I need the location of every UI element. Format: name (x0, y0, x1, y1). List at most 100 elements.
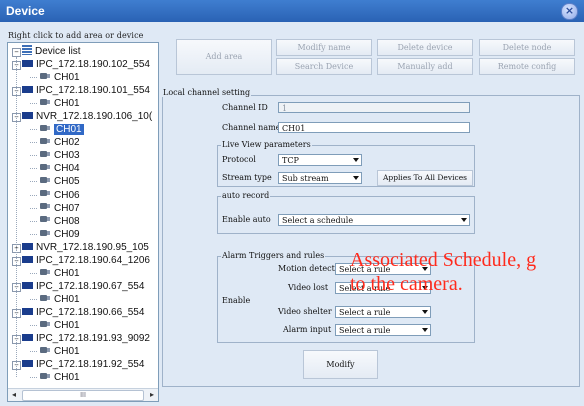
device-icon (22, 360, 33, 367)
tree-channel-node[interactable]: CH01 (40, 123, 84, 136)
tree-channel-node[interactable]: CH08 (40, 215, 80, 228)
tree-connector (30, 103, 37, 105)
camera-icon (40, 229, 51, 238)
stream-type-select[interactable]: Sub stream (278, 172, 362, 184)
collapse-icon[interactable]: − (12, 48, 21, 57)
live-view-group-title: Live View parameters (221, 140, 312, 149)
camera-icon (40, 346, 51, 355)
tree-channel-node[interactable]: CH07 (40, 202, 80, 215)
device-icon (22, 242, 33, 250)
local-channel-group-title: Local channel setting (162, 88, 252, 97)
camera-icon (40, 372, 51, 381)
apply-all-devices-button[interactable]: Applies To All Devices (377, 170, 473, 186)
remote-config-button[interactable]: Remote config (479, 58, 575, 75)
scroll-thumb[interactable]: III (22, 390, 144, 401)
device-icon (22, 59, 33, 67)
tree-node-label: CH01 (54, 267, 80, 279)
camera-icon (40, 150, 51, 159)
tree-node-label: CH01 (54, 72, 80, 84)
tree-channel-node[interactable]: CH09 (40, 228, 80, 241)
tree-channel-node[interactable]: CH01 (40, 97, 80, 110)
alarm-input-select[interactable]: Select a rule (335, 324, 431, 336)
tree-node-label: IPC_172.18.190.102_554 (36, 59, 150, 70)
tree-node-label: CH01 (54, 372, 80, 384)
tree-guide-line (16, 57, 17, 377)
tree-channel-node[interactable]: CH01 (40, 319, 80, 332)
tree-node-label: IPC_172.18.190.66_554 (36, 306, 145, 318)
modify-button[interactable]: Modify (303, 350, 378, 379)
tree-device-node[interactable]: IPC_172.18.190.101_554 (22, 84, 150, 97)
tree-node-label: IPC_172.18.191.92_554 (36, 359, 145, 371)
tree-node-label: CH01 (54, 98, 80, 110)
manually-add-button[interactable]: Manually add (377, 58, 473, 75)
channel-name-input[interactable]: CH01 (278, 122, 470, 133)
tree-root[interactable]: Device list (22, 45, 81, 58)
camera-icon (40, 176, 51, 185)
device-icon (22, 333, 33, 341)
close-icon[interactable]: × (561, 3, 578, 20)
device-icon (22, 85, 33, 93)
add-area-button[interactable]: Add area (176, 39, 272, 75)
protocol-select[interactable]: TCP (278, 154, 362, 166)
camera-icon (40, 215, 51, 224)
annotation-line-2: to the camera. (350, 273, 463, 295)
camera-icon (40, 320, 51, 329)
schedule-select[interactable]: Select a schedule (278, 214, 470, 226)
device-icon (22, 281, 33, 289)
search-device-button[interactable]: Search Device (276, 58, 372, 75)
tree-channel-node[interactable]: CH01 (40, 71, 80, 84)
tree-node-label: CH09 (54, 228, 80, 240)
tree-device-node[interactable]: IPC_172.18.191.93_9092 (22, 332, 150, 345)
tree-channel-node[interactable]: CH05 (40, 175, 80, 188)
annotation-line-1: Associated Schedule, g (350, 249, 537, 271)
tree-device-node[interactable]: NVR_172.18.190.95_105 (22, 241, 149, 254)
local-channel-group (162, 95, 580, 387)
delete-device-button[interactable]: Delete device (377, 39, 473, 56)
tree-node-label: IPC_172.18.191.93_9092 (36, 333, 150, 345)
modify-name-button[interactable]: Modify name (276, 39, 372, 56)
chevron-down-icon (461, 218, 467, 222)
tree-device-node[interactable]: IPC_172.18.190.64_1206 (22, 254, 150, 267)
camera-icon (40, 268, 51, 277)
tree-channel-node[interactable]: CH01 (40, 267, 80, 280)
list-icon (22, 45, 32, 56)
tree-connector (30, 142, 37, 144)
tree-horizontal-scrollbar[interactable]: ◂ III ▸ (8, 388, 158, 401)
enable-auto-label: Enable auto (222, 215, 271, 224)
tree-channel-node[interactable]: CH03 (40, 149, 80, 162)
tree-device-node[interactable]: NVR_172.18.190.106_10( (22, 110, 152, 123)
device-tree[interactable]: − Device list − IPC_172.18.190.102_554 CH0… (7, 42, 159, 402)
chevron-down-icon (353, 176, 359, 180)
tree-device-node[interactable]: IPC_172.18.190.67_554 (22, 280, 144, 293)
video-shelter-select[interactable]: Select a rule (335, 306, 431, 318)
camera-icon (40, 137, 51, 146)
tree-channel-node[interactable]: CH06 (40, 189, 80, 202)
tree-node-label: CH01 (54, 293, 80, 305)
tree-connector (30, 377, 37, 379)
tree-channel-node[interactable]: CH01 (40, 371, 80, 384)
camera-icon (40, 72, 51, 81)
camera-icon (40, 202, 51, 211)
tree-node-label: CH01 (54, 320, 80, 331)
tree-device-node[interactable]: IPC_172.18.190.102_554 (22, 58, 150, 71)
tree-channel-node[interactable]: CH02 (40, 136, 80, 149)
tree-connector (30, 325, 37, 326)
tree-connector (30, 298, 37, 300)
scroll-left-icon[interactable]: ◂ (8, 389, 20, 401)
tree-connector (30, 207, 37, 209)
tree-channel-node[interactable]: CH01 (40, 293, 80, 306)
tree-device-node[interactable]: IPC_172.18.190.66_554 (22, 306, 144, 319)
tree-node-label: CH01 (54, 124, 84, 136)
tree-device-node[interactable]: IPC_172.18.191.92_554 (22, 358, 144, 371)
tree-node-label: CH02 (54, 137, 80, 149)
tree-node-label: CH07 (54, 202, 80, 214)
scroll-right-icon[interactable]: ▸ (146, 389, 158, 401)
tree-node-label: NVR_172.18.190.95_105 (36, 241, 149, 253)
tree-channel-node[interactable]: CH04 (40, 162, 80, 175)
alarm-group-title: Alarm Triggers and rules (221, 251, 326, 260)
tree-node-label: IPC_172.18.190.67_554 (36, 280, 145, 292)
tree-channel-node[interactable]: CH01 (40, 345, 80, 358)
tree-node-label: CH05 (54, 176, 80, 188)
delete-node-button[interactable]: Delete node (479, 39, 575, 56)
tree-node-label: IPC_172.18.190.101_554 (36, 85, 150, 97)
